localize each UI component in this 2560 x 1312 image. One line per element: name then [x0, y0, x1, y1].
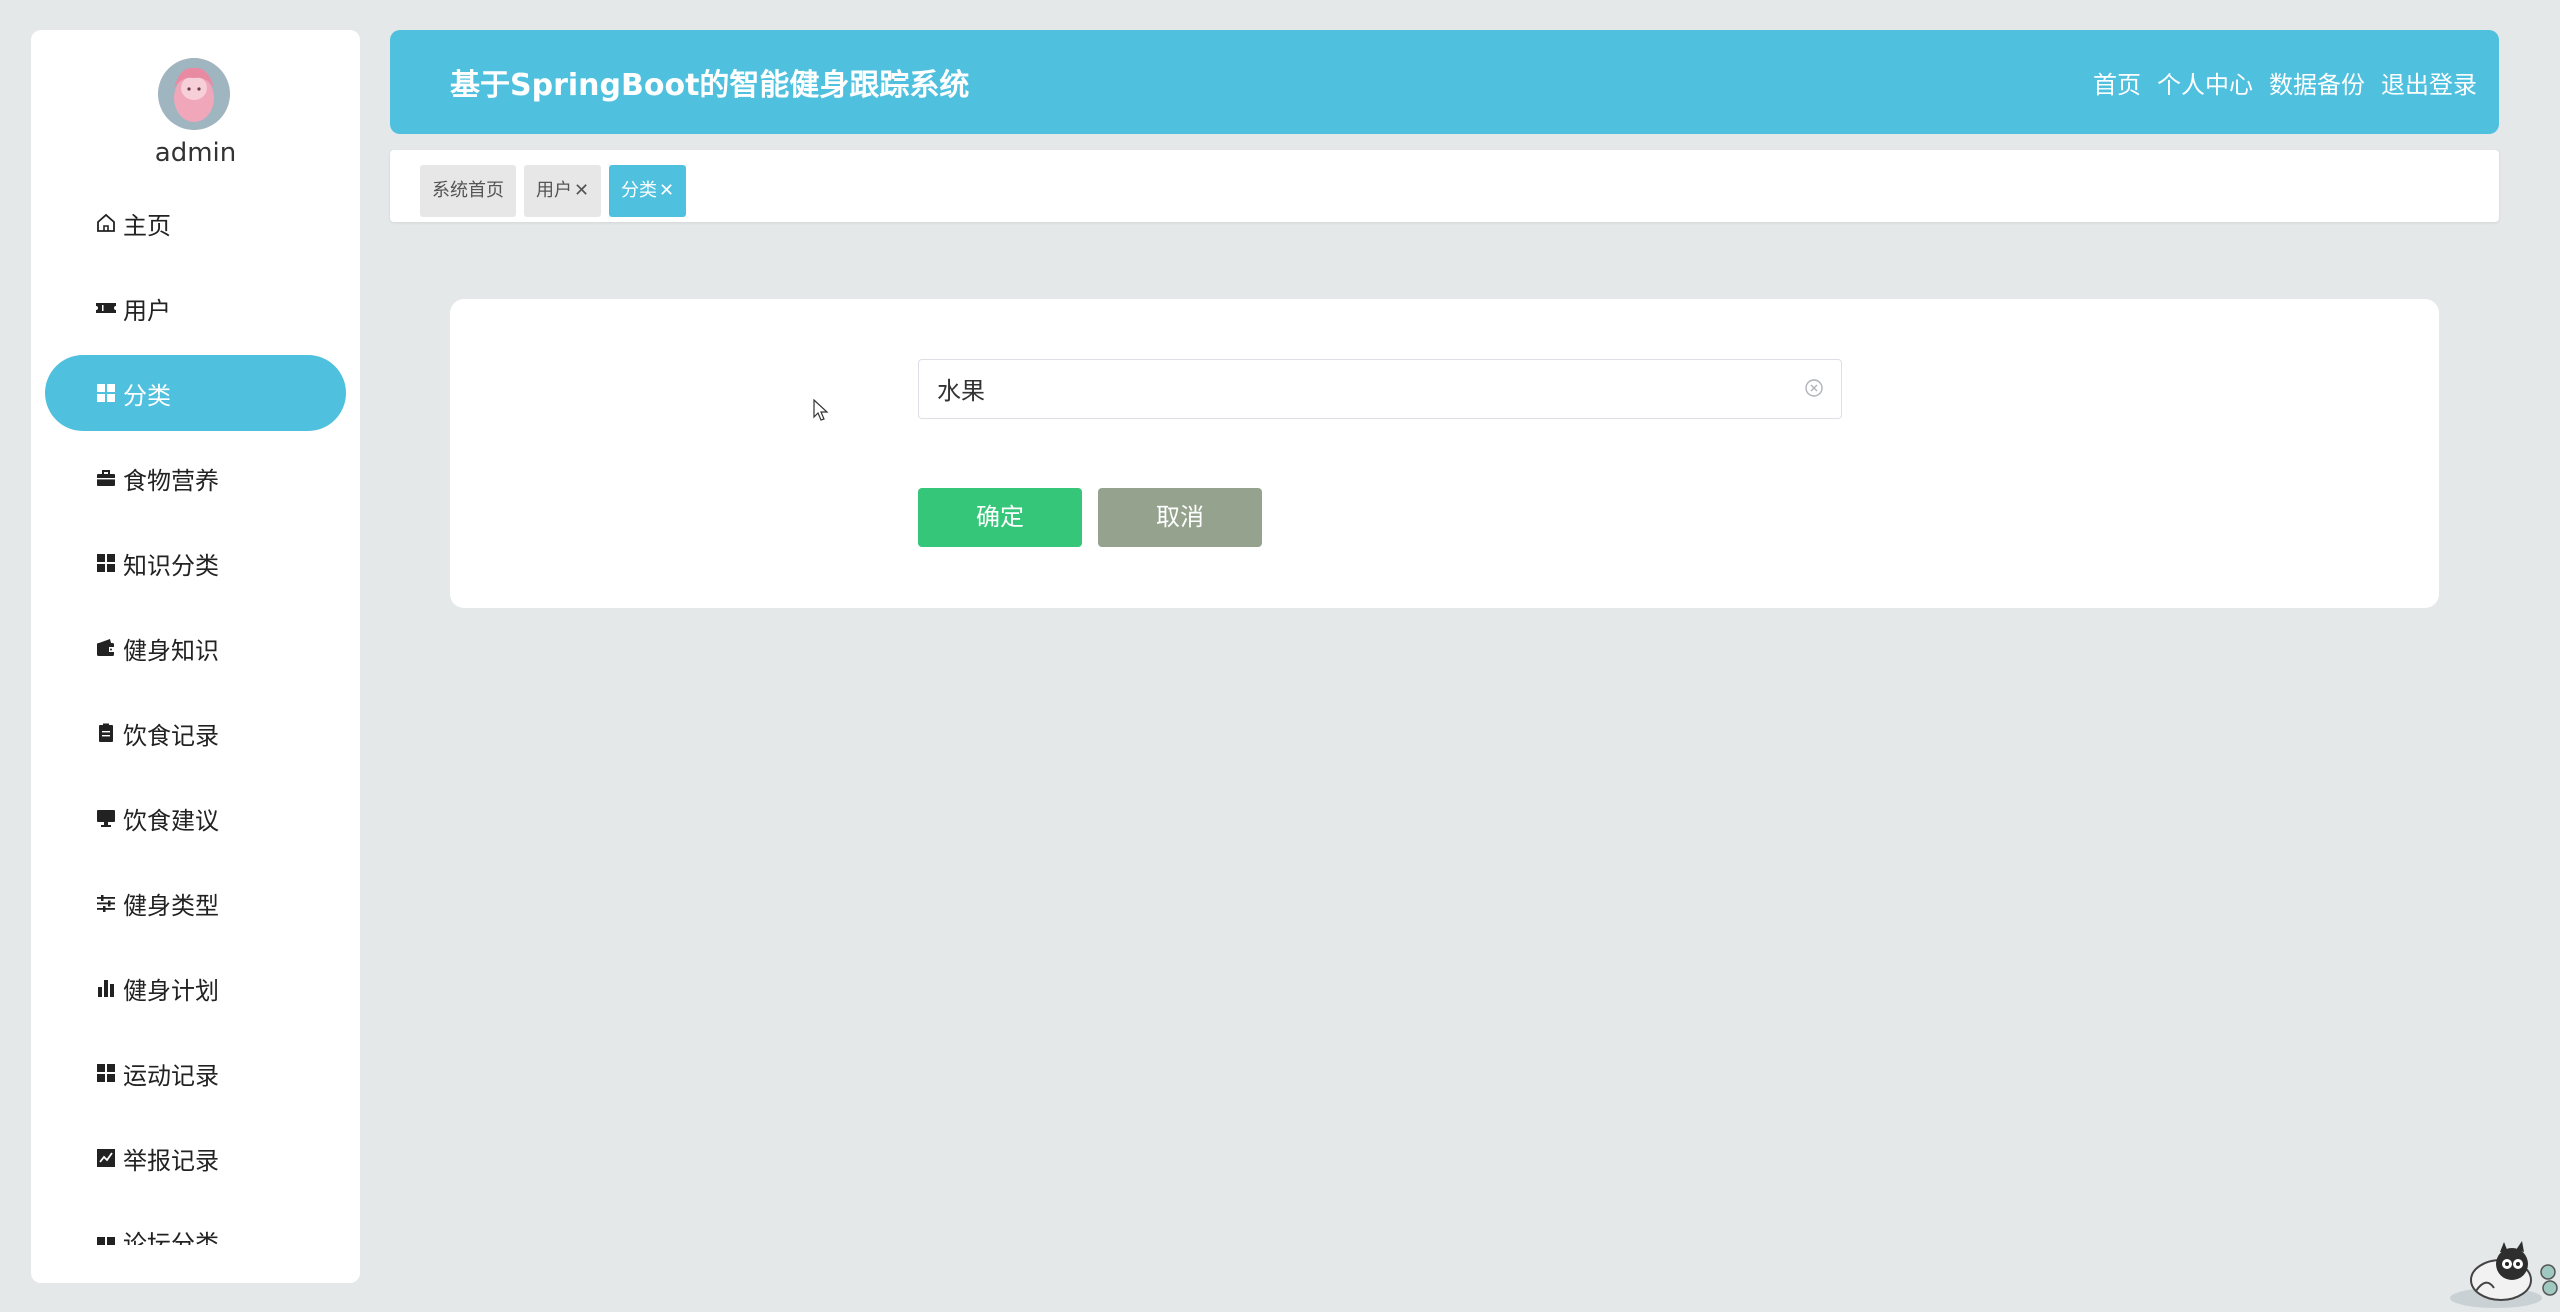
sidebar-item-label: 论坛分类 [123, 1230, 219, 1245]
avatar-image [158, 58, 230, 130]
grid-icon [95, 1062, 117, 1084]
sidebar-item-home[interactable]: 主页 [45, 185, 346, 261]
header-nav: 首页 个人中心 数据备份 退出登录 [2093, 30, 2477, 134]
ticket-icon [95, 297, 117, 319]
sidebar-item-fitness-type[interactable]: 健身类型 [45, 865, 346, 941]
bar-chart-icon [95, 977, 117, 999]
top-header: 基于SpringBoot的智能健身跟踪系统 首页 个人中心 数据备份 退出登录 [390, 30, 2499, 134]
sidebar-item-label: 知识分类 [123, 551, 219, 580]
sidebar-item-label: 健身类型 [123, 891, 219, 920]
close-icon[interactable]: ✕ [659, 180, 674, 201]
sidebar-item-food-nutrition[interactable]: 食物营养 [45, 440, 346, 516]
sliders-icon [95, 892, 117, 914]
sidebar-item-forum-category[interactable]: 论坛分类 [45, 1205, 346, 1245]
sidebar-item-diet-record[interactable]: 饮食记录 [45, 695, 346, 771]
nav-profile-link[interactable]: 个人中心 [2157, 65, 2253, 100]
close-icon[interactable]: ✕ [574, 180, 589, 201]
sidebar-item-diet-advice[interactable]: 饮食建议 [45, 780, 346, 856]
cancel-button[interactable]: 取消 [1098, 488, 1262, 547]
sidebar: admin 主页 用户 分类 食物营养 知识分类 健身知识 饮食记录 饮食建议 … [31, 30, 360, 1283]
mascot-icon[interactable] [2446, 1236, 2560, 1312]
monitor-icon [95, 807, 117, 829]
app-title: 基于SpringBoot的智能健身跟踪系统 [450, 68, 970, 103]
briefcase-icon [95, 467, 117, 489]
tab-system-home[interactable]: 系统首页 [420, 165, 516, 217]
nav-backup-link[interactable]: 数据备份 [2269, 65, 2365, 100]
sidebar-item-fitness-knowledge[interactable]: 健身知识 [45, 610, 346, 686]
username: admin [154, 138, 237, 168]
category-input-wrapper [918, 359, 1842, 419]
mouse-cursor-icon [813, 399, 829, 421]
sidebar-item-label: 运动记录 [123, 1061, 219, 1090]
sidebar-item-label: 健身知识 [123, 636, 219, 665]
grid-icon [95, 1235, 117, 1245]
avatar[interactable] [158, 58, 230, 130]
sidebar-item-label: 食物营养 [123, 466, 219, 495]
sidebar-item-users[interactable]: 用户 [45, 270, 346, 346]
sidebar-item-label: 健身计划 [123, 976, 219, 1005]
nav-logout-link[interactable]: 退出登录 [2381, 65, 2477, 100]
tab-category[interactable]: 分类 ✕ [609, 165, 687, 217]
nav-home-link[interactable]: 首页 [2093, 65, 2141, 100]
sidebar-item-knowledge-category[interactable]: 知识分类 [45, 525, 346, 601]
grid-icon [95, 552, 117, 574]
grid-icon [95, 382, 117, 404]
sidebar-item-label: 主页 [123, 211, 171, 240]
confirm-button[interactable]: 确定 [918, 488, 1082, 547]
wallet-icon [95, 637, 117, 659]
home-icon [95, 212, 117, 234]
sidebar-item-label: 饮食建议 [123, 806, 219, 835]
clear-icon[interactable] [1803, 377, 1825, 399]
form-card: *分类 确定 取消 [450, 299, 2439, 608]
tabs-bar: 系统首页 用户 ✕ 分类 ✕ [390, 150, 2499, 222]
sidebar-item-exercise-record[interactable]: 运动记录 [45, 1035, 346, 1111]
line-chart-icon [95, 1147, 117, 1169]
clipboard-icon [95, 722, 117, 744]
sidebar-item-fitness-plan[interactable]: 健身计划 [45, 950, 346, 1026]
tab-label: 分类 [621, 180, 657, 201]
sidebar-item-label: 分类 [123, 381, 171, 410]
sidebar-item-report-record[interactable]: 举报记录 [45, 1120, 346, 1196]
sidebar-item-label: 用户 [123, 296, 171, 325]
sidebar-item-label: 举报记录 [123, 1146, 219, 1175]
tab-users[interactable]: 用户 ✕ [524, 165, 602, 217]
tab-label: 系统首页 [432, 180, 504, 201]
sidebar-item-label: 饮食记录 [123, 721, 219, 750]
category-input[interactable] [919, 360, 1797, 416]
sidebar-item-category[interactable]: 分类 [45, 355, 346, 431]
sidebar-menu: 主页 用户 分类 食物营养 知识分类 健身知识 饮食记录 饮食建议 健身类型 健… [31, 185, 360, 1254]
tab-label: 用户 [536, 180, 572, 201]
